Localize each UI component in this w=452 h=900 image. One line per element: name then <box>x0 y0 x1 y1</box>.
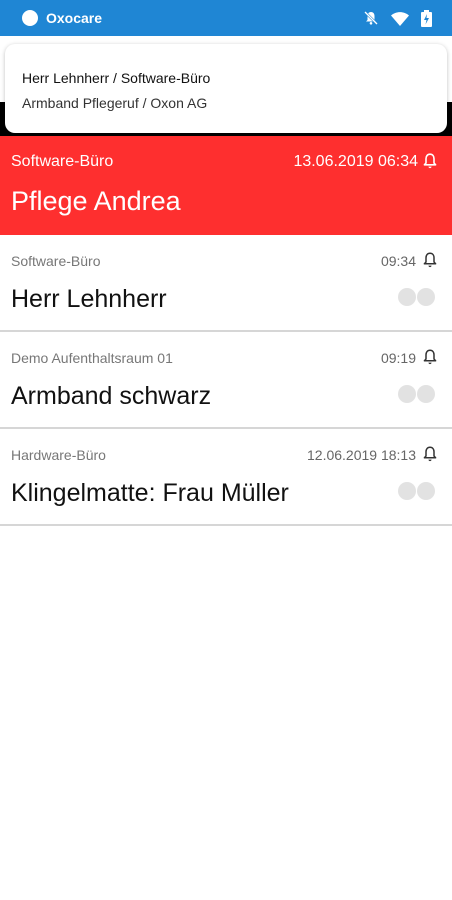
acknowledge-toggle[interactable] <box>398 288 438 306</box>
bell-icon <box>421 152 439 175</box>
list-item[interactable]: Demo Aufenthaltsraum 01 09:19 Armband sc… <box>0 332 452 429</box>
call-name: Armband schwarz <box>11 382 212 410</box>
active-alarm-banner[interactable]: Software-Büro 13.06.2019 06:34 Pflege An… <box>0 136 452 235</box>
call-time: 09:19 <box>380 350 416 366</box>
active-alarm-time: 13.06.2019 06:34 <box>293 153 418 170</box>
acknowledge-toggle[interactable] <box>398 482 438 500</box>
status-bar-icons <box>363 9 432 27</box>
call-location: Software-Büro <box>11 253 101 269</box>
status-bar: Oxocare <box>0 0 452 36</box>
wifi-icon <box>391 11 409 26</box>
notification-card[interactable]: Herr Lehnherr / Software-Büro Armband Pf… <box>5 44 447 133</box>
calls-list: Software-Büro 09:34 Herr Lehnherr Demo A… <box>0 235 452 526</box>
call-name: Herr Lehnherr <box>11 285 167 313</box>
notification-subtitle: Armband Pflegeruf / Oxon AG <box>22 95 208 111</box>
active-alarm-name: Pflege Andrea <box>11 186 181 216</box>
toggle-dot <box>417 482 435 500</box>
call-location: Demo Aufenthaltsraum 01 <box>11 350 173 366</box>
list-item[interactable]: Hardware-Büro 12.06.2019 18:13 Klingelma… <box>0 429 452 526</box>
toggle-dot <box>398 482 416 500</box>
status-bar-app-name: Oxocare <box>46 10 103 26</box>
call-time: 09:34 <box>380 253 416 269</box>
bell-icon <box>421 348 439 371</box>
list-item[interactable]: Software-Büro 09:34 Herr Lehnherr <box>0 235 452 332</box>
active-alarm-location: Software-Büro <box>11 153 114 170</box>
notifications-off-icon <box>363 10 379 26</box>
acknowledge-toggle[interactable] <box>398 385 438 403</box>
toggle-dot <box>417 385 435 403</box>
app-logo-icon <box>22 10 38 26</box>
battery-icon <box>421 9 432 27</box>
call-location: Hardware-Büro <box>11 447 106 463</box>
notification-title: Herr Lehnherr / Software-Büro <box>22 70 211 86</box>
toggle-dot <box>398 288 416 306</box>
call-time: 12.06.2019 18:13 <box>307 447 416 463</box>
toggle-dot <box>417 288 435 306</box>
bell-icon <box>421 251 439 274</box>
call-name: Klingelmatte: Frau Müller <box>11 479 289 507</box>
toggle-dot <box>398 385 416 403</box>
bell-icon <box>421 445 439 468</box>
